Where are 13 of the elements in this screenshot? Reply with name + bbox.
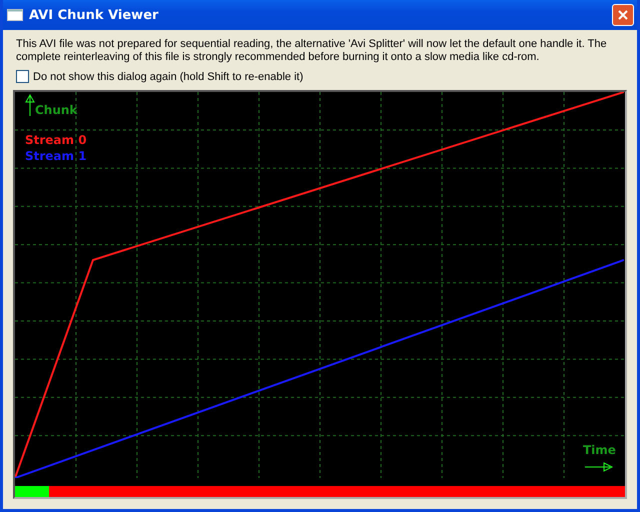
legend-label: Stream 0 <box>25 133 87 147</box>
close-icon <box>618 10 628 20</box>
up-arrow-icon <box>26 94 34 116</box>
x-axis-label: Time <box>583 443 616 457</box>
window-title: AVI Chunk Viewer <box>29 8 160 22</box>
checkbox[interactable] <box>16 70 29 83</box>
y-axis-label: Chunk <box>35 103 78 117</box>
legend-label: Stream 1 <box>25 149 87 163</box>
warning-message: This AVI file was not prepared for sequential reading, the alternative 'Avi Splitter' will now let the default one handle it. The complete reinterleaving of this file is strongly recommended before burning it onto a slow media like cd-rom. <box>16 38 608 64</box>
right-arrow-icon <box>584 462 614 472</box>
close-button[interactable] <box>612 4 634 26</box>
checkbox-label: Do not show this dialog again (hold Shift to re-enable it) <box>33 70 304 82</box>
window-icon <box>7 9 23 21</box>
